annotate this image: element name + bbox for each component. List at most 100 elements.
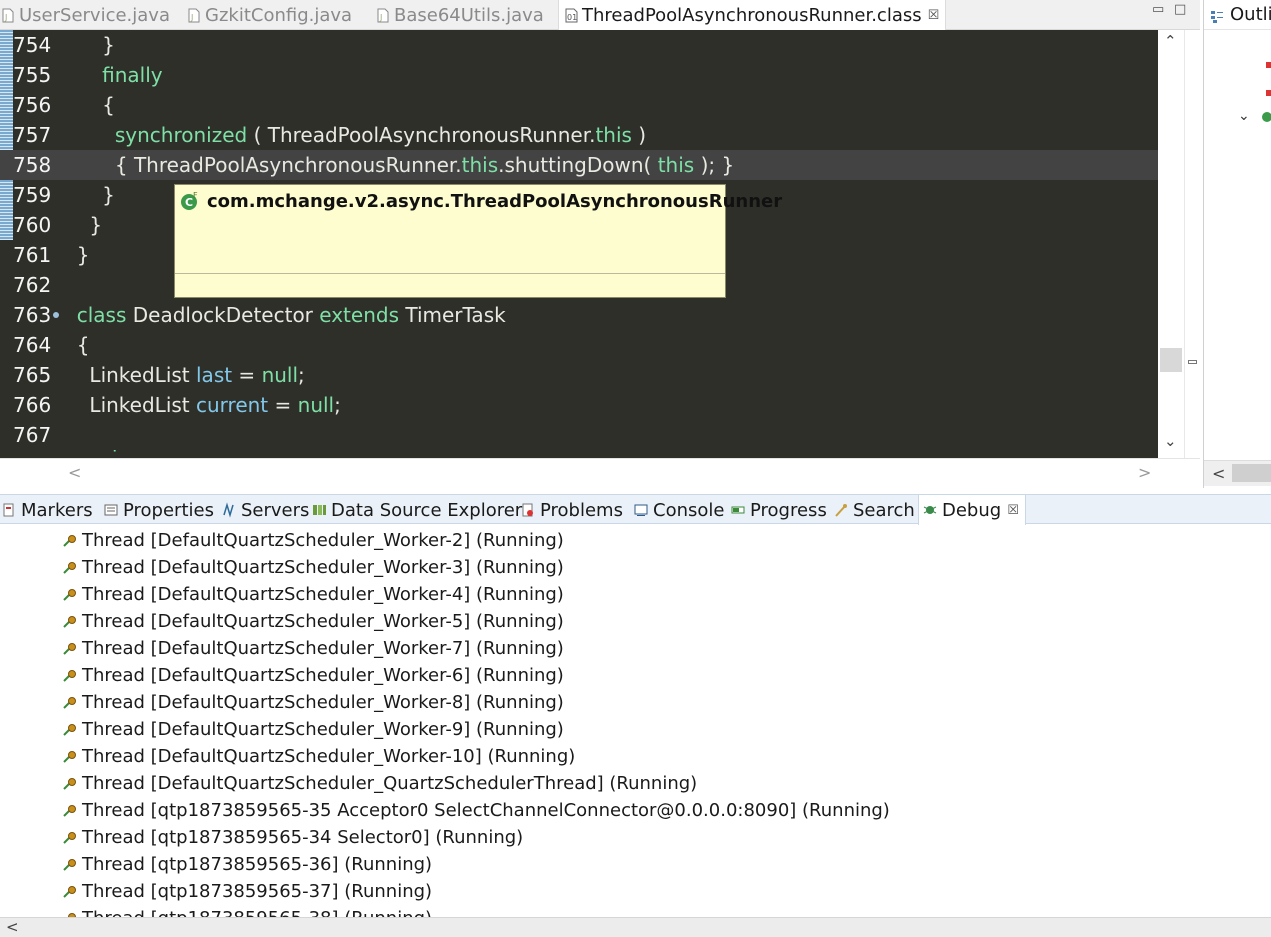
thread-item[interactable]: Thread [DefaultQuartzScheduler_Worker-6]… (62, 662, 564, 689)
line-number: 754 (13, 33, 52, 57)
keyword-token: null (297, 393, 335, 417)
code-line[interactable]: 756 { (0, 90, 1158, 120)
tab-properties[interactable]: Properties (104, 495, 214, 525)
eclipse-window: J UserService.java J GzkitConfig.java J … (0, 0, 1271, 937)
running-thread-icon (62, 776, 78, 792)
tab-console[interactable]: Console (634, 495, 724, 525)
code-line[interactable]: 766 LinkedList current = null; (0, 390, 1158, 420)
thread-item[interactable]: Thread [qtp1873859565-38] (Running) (62, 905, 432, 917)
svg-text:J: J (190, 13, 193, 22)
thread-label: Thread [DefaultQuartzScheduler_Worker-2]… (82, 530, 564, 551)
running-thread-icon (62, 722, 78, 738)
tab-servers[interactable]: Servers (222, 495, 309, 525)
keyword-token: this (461, 153, 499, 177)
code-token: ) (631, 123, 647, 147)
tab-label: Debug (942, 499, 1002, 521)
thread-item[interactable]: Thread [qtp1873859565-37] (Running) (62, 878, 432, 905)
code-line[interactable]: 764 { (0, 330, 1158, 360)
code-line[interactable]: 767 (0, 420, 1158, 450)
scroll-left-arrow[interactable]: < (1212, 464, 1225, 483)
thread-label: Thread [qtp1873859565-36] (Running) (82, 854, 433, 875)
code-text: } (64, 210, 102, 240)
running-thread-icon (62, 533, 78, 549)
scroll-thumb[interactable] (1160, 348, 1182, 372)
editor-horizontal-scrollbar[interactable]: < > (0, 458, 1200, 488)
code-line[interactable]: 757 synchronized ( ThreadPoolAsynchronou… (0, 120, 1158, 150)
tab-threadpoolasynchronousrunner-class[interactable]: 01 ThreadPoolAsynchronousRunner.class ☒ (558, 0, 947, 30)
overview-ruler[interactable] (1184, 30, 1200, 458)
thread-label: Thread [qtp1873859565-38] (Running) (82, 908, 432, 917)
line-number: 761 (13, 243, 52, 267)
chevron-down-icon[interactable]: ⌄ (1238, 108, 1250, 124)
thread-item[interactable]: Thread [DefaultQuartzScheduler_Worker-10… (62, 743, 575, 770)
keyword-token: synchronized (114, 123, 248, 147)
tab-label: Console (653, 499, 725, 521)
code-line[interactable]: 763 class DeadlockDetector extends Timer… (0, 300, 1158, 330)
code-token: } (64, 33, 115, 57)
thread-item[interactable]: Thread [DefaultQuartzScheduler_Worker-5]… (62, 608, 564, 635)
code-line[interactable]: 755 finally (0, 60, 1158, 90)
overview-marker[interactable] (1188, 360, 1197, 364)
scroll-thumb[interactable] (1232, 464, 1271, 482)
tab-gzkitconfig-java[interactable]: J GzkitConfig.java (188, 0, 352, 30)
code-line[interactable]: 754 } (0, 30, 1158, 60)
tab-data-source-explorer[interactable]: Data Source Explorer (312, 495, 522, 525)
code-text: LinkedList current = null; (64, 390, 340, 420)
tab-progress[interactable]: Progress (731, 495, 827, 525)
code-text: LinkedList last = null; (64, 360, 304, 390)
tab-label: Problems (540, 499, 623, 521)
thread-item[interactable]: Thread [DefaultQuartzScheduler_Worker-8]… (62, 689, 564, 716)
scroll-up-arrow[interactable]: ⌃ (1164, 32, 1177, 50)
scroll-right-arrow[interactable]: > (1138, 463, 1151, 482)
tab-problems[interactable]: Problems (521, 495, 623, 525)
thread-label: Thread [DefaultQuartzScheduler_Worker-7]… (82, 638, 564, 659)
outline-icon (1210, 8, 1224, 23)
code-line[interactable]: 765 LinkedList last = null; (0, 360, 1158, 390)
code-text: { ThreadPoolAsynchronousRunner.this.shut… (64, 150, 734, 180)
debug-icon (923, 502, 937, 518)
editor-vertical-scrollbar[interactable]: ⌃ ⌄ (1158, 30, 1184, 458)
tab-userservice-java[interactable]: J UserService.java (2, 0, 170, 30)
tab-search[interactable]: Search (834, 495, 915, 525)
scroll-down-arrow[interactable]: ⌄ (1164, 432, 1177, 450)
line-number: 755 (13, 63, 52, 87)
thread-item[interactable]: Thread [qtp1873859565-35 Acceptor0 Selec… (62, 797, 890, 824)
thread-item[interactable]: Thread [DefaultQuartzScheduler_Worker-9]… (62, 716, 564, 743)
tab-label: UserService.java (19, 4, 170, 26)
code-token: LinkedList (64, 393, 196, 417)
tab-debug[interactable]: Debug ☒ (918, 495, 1026, 525)
thread-item[interactable]: Thread [DefaultQuartzScheduler_Worker-7]… (62, 635, 564, 662)
tab-label: Progress (750, 499, 827, 521)
code-token: } (64, 213, 103, 237)
thread-item[interactable]: Thread [DefaultQuartzScheduler_QuartzSch… (62, 770, 697, 797)
thread-item[interactable]: Thread [DefaultQuartzScheduler_Worker-4]… (62, 581, 564, 608)
code-line[interactable]: 758 { ThreadPoolAsynchronousRunner.this.… (0, 150, 1158, 180)
minimize-icon[interactable]: ▭ (1152, 2, 1164, 17)
tab-label: GzkitConfig.java (205, 4, 353, 26)
thread-item[interactable]: Thread [qtp1873859565-34 Selector0] (Run… (62, 824, 523, 851)
thread-item[interactable]: Thread [DefaultQuartzScheduler_Worker-3]… (62, 554, 564, 581)
close-icon[interactable]: ☒ (928, 8, 940, 23)
tab-label: Properties (123, 499, 214, 521)
debug-horizontal-scrollbar[interactable]: < (0, 917, 1271, 937)
scroll-left-arrow[interactable]: < (6, 918, 19, 936)
tab-markers[interactable]: Markers (2, 495, 93, 525)
scroll-left-arrow[interactable]: < (68, 463, 81, 482)
tab-outline[interactable]: Outli (1204, 0, 1271, 30)
keyword-token: extends (319, 303, 399, 327)
outline-horizontal-scrollbar[interactable]: < (1204, 460, 1271, 486)
maximize-icon[interactable]: □ (1174, 2, 1186, 17)
outline-field-icon (1266, 90, 1271, 96)
debug-thread-list: Thread [DefaultQuartzScheduler_Worker-2]… (0, 527, 1271, 917)
running-thread-icon (62, 641, 78, 657)
close-icon[interactable]: ☒ (1007, 503, 1019, 518)
tooltip-header: CF com.mchange.v2.async.ThreadPoolAsynch… (175, 185, 782, 217)
thread-item[interactable]: Thread [qtp1873859565-36] (Running) (62, 851, 432, 878)
thread-item[interactable]: Thread [DefaultQuartzScheduler_Worker-2]… (62, 527, 564, 554)
field-token: current (196, 393, 269, 417)
code-token: { (64, 333, 90, 357)
tab-base64utils-java[interactable]: J Base64Utils.java (377, 0, 544, 30)
thread-label: Thread [qtp1873859565-37] (Running) (82, 881, 433, 902)
svg-text:J: J (4, 13, 7, 22)
data-source-icon (312, 502, 326, 518)
